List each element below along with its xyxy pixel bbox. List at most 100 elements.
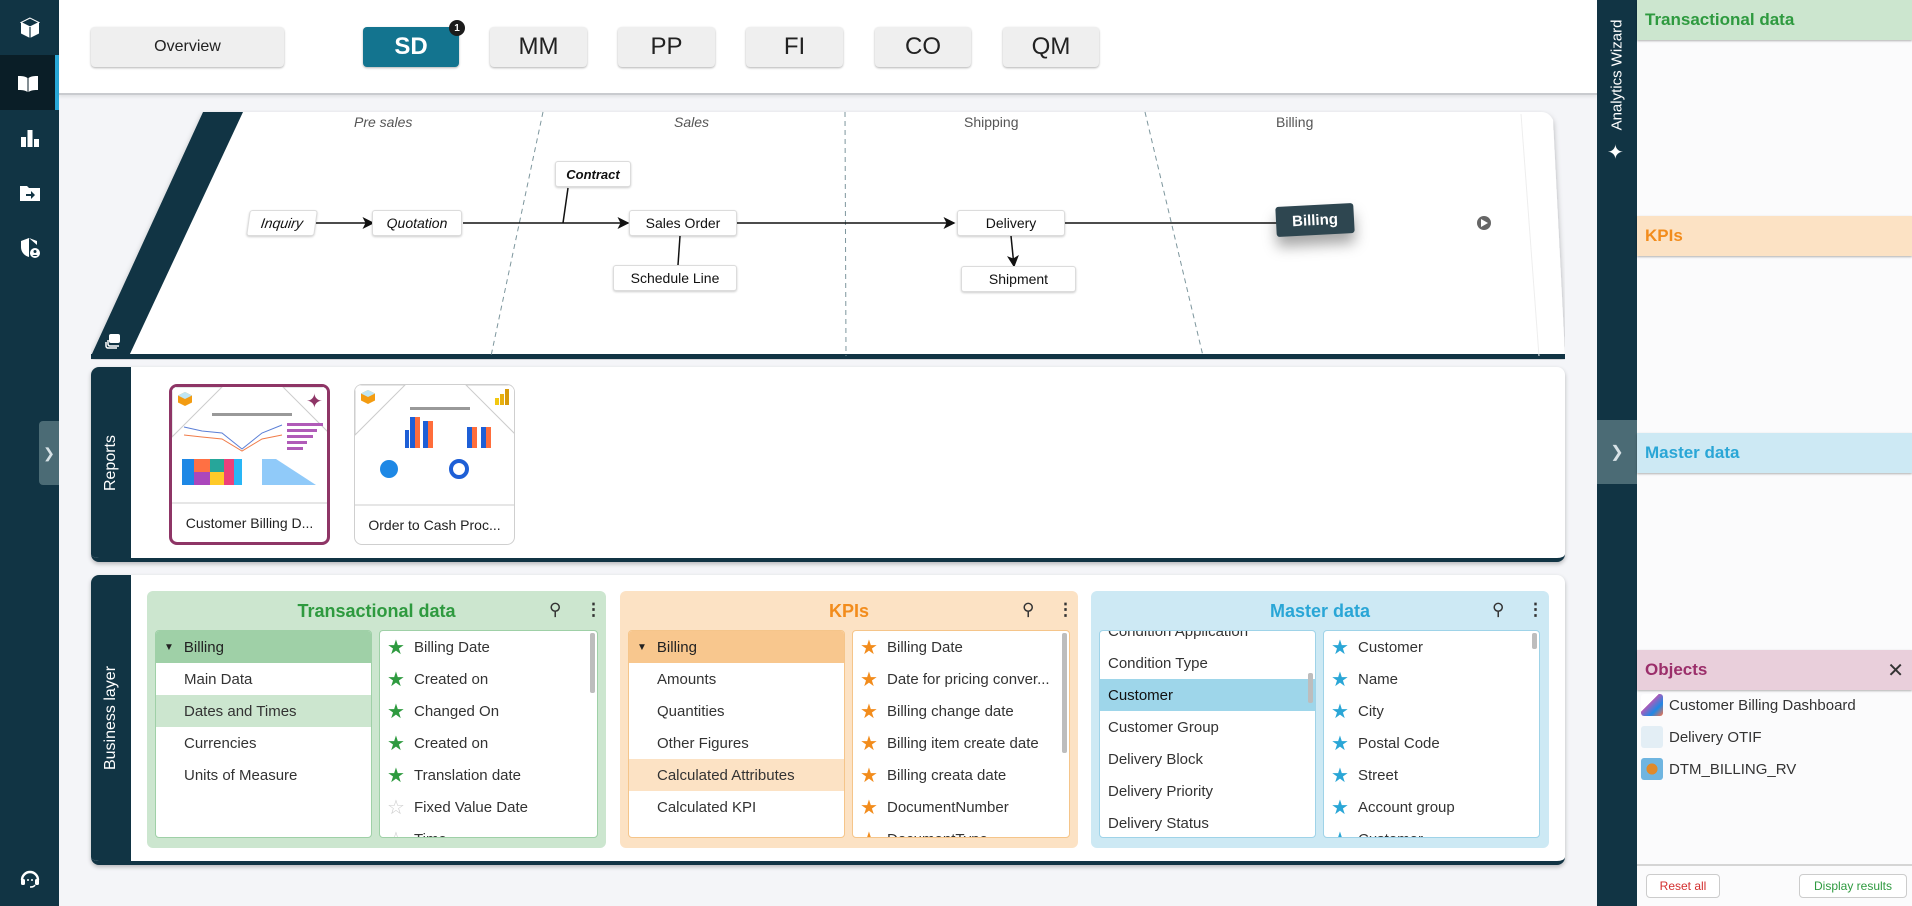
tree-item-selected[interactable]: Dates and Times <box>156 695 371 727</box>
tree-item[interactable]: Amounts <box>629 663 844 695</box>
search-icon[interactable]: ⚲ <box>1022 600 1034 620</box>
tree-item[interactable]: Quantities <box>629 695 844 727</box>
field-item[interactable]: ★ Created on <box>380 663 597 695</box>
module-tab-mm[interactable]: MM <box>490 27 587 67</box>
more-options-icon[interactable]: ⋮ <box>585 600 602 620</box>
star-icon: ★ <box>1331 732 1349 755</box>
tree-item[interactable]: Delivery Priority <box>1100 775 1315 807</box>
field-item[interactable]: ★ Postal Code <box>1324 727 1539 759</box>
notification-badge: 1 <box>449 20 465 36</box>
tree-group-billing[interactable]: ▼ Billing <box>629 631 844 663</box>
scrollbar[interactable] <box>1062 633 1067 753</box>
nav-item-security[interactable] <box>0 220 59 275</box>
star-icon[interactable]: ★ <box>386 635 406 660</box>
field-item[interactable]: ★ Name <box>1324 663 1539 695</box>
star-icon: ★ <box>1331 636 1349 659</box>
report-card-customer-billing[interactable]: ✦ Customer Billing D... <box>169 384 330 545</box>
tree-item[interactable]: Delivery Block <box>1100 743 1315 775</box>
tree-item[interactable]: Calculated KPI <box>629 791 844 823</box>
star-outline-icon[interactable]: ☆ <box>386 795 406 820</box>
reset-all-button[interactable]: Reset all <box>1646 874 1720 898</box>
field-item[interactable]: ☆Time <box>380 823 597 838</box>
search-icon[interactable]: ⚲ <box>1492 600 1504 620</box>
flow-node-quotation[interactable]: Quotation <box>372 210 462 236</box>
field-item[interactable]: ★ Changed On <box>380 695 597 727</box>
tree-item[interactable]: Delivery Status <box>1100 807 1315 837</box>
field-item[interactable]: ★ Account group <box>1324 791 1539 823</box>
more-options-icon[interactable]: ⋮ <box>1057 600 1074 620</box>
flow-node-delivery[interactable]: Delivery <box>957 210 1065 236</box>
module-tab-pp[interactable]: PP <box>618 27 715 67</box>
field-item[interactable]: ★Customer <box>1324 823 1539 838</box>
field-item[interactable]: ★ Billing Date <box>380 631 597 663</box>
flow-node-billing[interactable]: Billing <box>1275 202 1355 238</box>
more-options-icon[interactable]: ⋮ <box>1527 600 1544 620</box>
star-icon[interactable]: ★ <box>386 667 406 692</box>
tree-group-billing[interactable]: ▼ Billing <box>156 631 371 663</box>
module-tab-sd[interactable]: SD 1 <box>363 20 465 67</box>
tree-item[interactable]: Other Figures <box>629 727 844 759</box>
master-data-column: Master data ⚲ ⋮ Condition Application Co… <box>1091 591 1549 848</box>
object-item[interactable]: DTM_BILLING_RV <box>1637 753 1796 785</box>
tree-item[interactable]: Condition Type <box>1100 647 1315 679</box>
flow-node-sales-order[interactable]: Sales Order <box>629 210 737 236</box>
folder-export-icon <box>19 185 40 201</box>
flow-node-inquiry[interactable]: Inquiry <box>246 210 318 236</box>
field-item[interactable]: ★ Billing item create date <box>853 727 1069 759</box>
nav-item-exports[interactable] <box>0 165 59 220</box>
field-item[interactable]: ★Customer <box>1324 631 1539 663</box>
field-item[interactable]: ★ Billing creata date <box>853 759 1069 791</box>
layers-icon[interactable] <box>105 332 123 350</box>
field-item[interactable]: ★DocumentType <box>853 823 1069 838</box>
cube-icon <box>177 391 193 407</box>
overview-button[interactable]: Overview <box>91 27 284 67</box>
wizard-section-transactional: Transactional data <box>1637 0 1912 40</box>
scrollbar[interactable] <box>590 633 595 693</box>
flow-node-shipment[interactable]: Shipment <box>961 266 1076 292</box>
module-tab-qm[interactable]: QM <box>1003 27 1099 67</box>
scrollbar[interactable] <box>1308 673 1313 703</box>
tree-item-selected[interactable]: Calculated Attributes <box>629 759 844 791</box>
field-item[interactable]: ★ Billing change date <box>853 695 1069 727</box>
field-item[interactable]: ★ Translation date <box>380 759 597 791</box>
field-list: ★ Billing Date ★ Created on ★ Changed On ★ C… <box>379 630 598 838</box>
nav-item-data-models[interactable] <box>0 0 59 55</box>
report-card-order-to-cash[interactable]: Order to Cash Proc... <box>354 384 515 545</box>
tree-item[interactable]: Main Data <box>156 663 371 695</box>
tree-item[interactable]: Customer Group <box>1100 711 1315 743</box>
star-icon[interactable]: ★ <box>386 763 406 788</box>
display-results-button[interactable]: Display results <box>1799 874 1907 898</box>
scrollbar[interactable] <box>1532 633 1537 649</box>
flow-node-schedule-line[interactable]: Schedule Line <box>613 265 737 291</box>
module-tab-co[interactable]: CO <box>875 27 971 67</box>
nav-item-catalog[interactable] <box>0 55 59 110</box>
flow-node-contract[interactable]: Contract <box>555 161 631 187</box>
star-icon: ★ <box>860 764 878 787</box>
close-icon[interactable]: ✕ <box>1887 658 1904 683</box>
expand-left-panel-button[interactable]: ❯ <box>39 421 59 485</box>
tree-item[interactable]: Condition Application <box>1100 631 1315 647</box>
collapse-wizard-button[interactable]: ❯ <box>1597 420 1637 484</box>
star-icon[interactable]: ★ <box>386 731 406 756</box>
field-item[interactable]: ★ Created on <box>380 727 597 759</box>
category-tree: ▼ Billing Main Data Dates and Times Curre… <box>155 630 372 838</box>
field-item[interactable]: ★ Billing Date <box>853 631 1069 663</box>
star-icon[interactable]: ★ <box>386 699 406 724</box>
nav-item-analytics[interactable] <box>0 110 59 165</box>
support-button[interactable] <box>0 850 59 905</box>
object-item[interactable]: Customer Billing Dashboard <box>1637 689 1856 721</box>
field-item[interactable]: ★ Date for pricing conver... <box>853 663 1069 695</box>
business-layer-title: Business layer <box>102 665 119 771</box>
field-item[interactable]: ★ Street <box>1324 759 1539 791</box>
search-icon[interactable]: ⚲ <box>549 600 561 620</box>
field-item[interactable]: ★ DocumentNumber <box>853 791 1069 823</box>
object-item[interactable]: Delivery OTIF <box>1637 721 1762 753</box>
module-tab-fi[interactable]: FI <box>746 27 843 67</box>
field-item[interactable]: ★ City <box>1324 695 1539 727</box>
star-outline-icon[interactable]: ☆ <box>386 827 406 838</box>
field-item[interactable]: ☆ Fixed Value Date <box>380 791 597 823</box>
star-icon: ★ <box>1331 764 1349 787</box>
tree-item[interactable]: Currencies <box>156 727 371 759</box>
tree-item-selected[interactable]: Customer <box>1100 679 1315 711</box>
tree-item[interactable]: Units of Measure <box>156 759 371 791</box>
